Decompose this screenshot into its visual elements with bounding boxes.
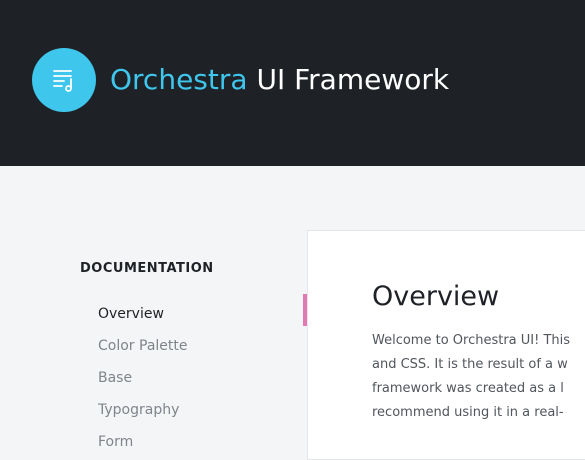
content-card: Overview Welcome to Orchestra UI! This a… xyxy=(307,230,585,460)
sidebar-item-form[interactable]: Form xyxy=(98,426,300,458)
document-music-icon xyxy=(53,70,72,92)
intro-paragraph: Welcome to Orchestra UI! This and CSS. I… xyxy=(372,329,585,425)
sidebar-item-overview[interactable]: Overview xyxy=(98,298,300,330)
sidebar-item-base[interactable]: Base xyxy=(98,362,300,394)
sidebar-nav: Overview Color Palette Base Typography F… xyxy=(80,298,300,458)
sidebar: DOCUMENTATION Overview Color Palette Bas… xyxy=(80,258,300,458)
sidebar-item-color-palette[interactable]: Color Palette xyxy=(98,330,300,362)
brand-title-accent: Orchestra xyxy=(110,63,248,96)
brand-title[interactable]: Orchestra UI Framework xyxy=(110,63,449,97)
brand-title-rest: UI Framework xyxy=(247,63,450,96)
logo[interactable] xyxy=(32,48,96,112)
intro-line: framework was created as a l xyxy=(372,381,564,396)
intro-line: recommend using it in a real- xyxy=(372,405,564,420)
sidebar-title: DOCUMENTATION xyxy=(80,261,214,276)
page-title: Overview xyxy=(372,281,500,312)
site-header: Orchestra UI Framework xyxy=(0,0,585,166)
intro-line: and CSS. It is the result of a w xyxy=(372,357,568,372)
intro-line: Welcome to Orchestra UI! This xyxy=(372,333,571,348)
sidebar-item-typography[interactable]: Typography xyxy=(98,394,300,426)
